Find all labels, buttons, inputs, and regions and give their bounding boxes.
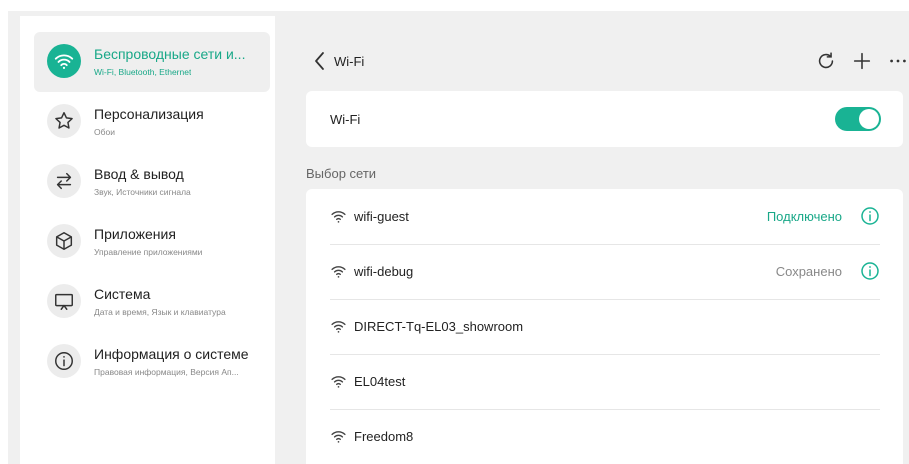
- sidebar-item-subtitle: Дата и время, Язык и клавиатура: [94, 307, 226, 317]
- wifi-toggle-label: Wi-Fi: [330, 112, 361, 127]
- info-icon[interactable]: [860, 206, 880, 226]
- wifi-signal-icon: [331, 321, 346, 333]
- monitor-icon: [47, 284, 81, 318]
- sidebar-item-title: Персонализация: [94, 106, 204, 122]
- sidebar-item-subtitle: Управление приложениями: [94, 247, 203, 257]
- network-row[interactable]: wifi-guest Подключено: [330, 189, 880, 245]
- page-header: Wi-Fi: [288, 44, 909, 78]
- sidebar-item-subtitle: Правовая информация, Версия Ап...: [94, 367, 239, 377]
- star-icon: [47, 104, 81, 138]
- more-icon[interactable]: [887, 50, 909, 72]
- sidebar-item-subtitle: Wi-Fi, Bluetooth, Ethernet: [94, 67, 192, 77]
- swap-arrows-icon: [47, 164, 81, 198]
- network-row[interactable]: wifi-debug Сохранено: [330, 244, 880, 300]
- main-panel: Wi-Fi Wi-Fi Выбор сети wifi-guest Подклю…: [288, 11, 909, 464]
- network-name: Freedom8: [354, 429, 414, 444]
- sidebar-item-subtitle: Обои: [94, 127, 115, 137]
- wifi-icon: [47, 44, 81, 78]
- info-icon: [47, 344, 81, 378]
- sidebar-item-apps[interactable]: Приложения Управление приложениями: [34, 212, 270, 272]
- wifi-signal-icon: [331, 211, 346, 223]
- page-title: Wi-Fi: [334, 54, 365, 69]
- info-icon[interactable]: [860, 261, 880, 281]
- sidebar-item-title: Ввод & вывод: [94, 166, 184, 182]
- network-name: DIRECT-Tq-EL03_showroom: [354, 319, 524, 334]
- sidebar-item-wireless[interactable]: Беспроводные сети и... Wi-Fi, Bluetooth,…: [34, 32, 270, 92]
- sidebar-item-input-output[interactable]: Ввод & вывод Звук, Источники сигнала: [34, 152, 270, 212]
- network-name: wifi-guest: [354, 209, 409, 224]
- network-name: wifi-debug: [354, 264, 414, 279]
- network-row[interactable]: DIRECT-Tq-EL03_showroom: [330, 299, 880, 355]
- settings-window: Беспроводные сети и... Wi-Fi, Bluetooth,…: [8, 11, 909, 464]
- wifi-signal-icon: [331, 431, 346, 443]
- sidebar-item-personalization[interactable]: Персонализация Обои: [34, 92, 270, 152]
- network-row[interactable]: Freedom8: [330, 409, 880, 464]
- sidebar-item-about[interactable]: Информация о системе Правовая информация…: [34, 332, 270, 392]
- sidebar: Беспроводные сети и... Wi-Fi, Bluetooth,…: [20, 16, 275, 464]
- network-status: Сохранено: [775, 264, 842, 279]
- sidebar-item-subtitle: Звук, Источники сигнала: [94, 187, 191, 197]
- refresh-icon[interactable]: [815, 50, 837, 72]
- network-name: EL04test: [354, 374, 406, 389]
- toggle-knob: [859, 109, 879, 129]
- sidebar-item-system[interactable]: Система Дата и время, Язык и клавиатура: [34, 272, 270, 332]
- network-row[interactable]: EL04test: [330, 354, 880, 410]
- sidebar-item-title: Беспроводные сети и...: [94, 46, 246, 62]
- network-status: Подключено: [766, 209, 842, 224]
- wifi-signal-icon: [331, 376, 346, 388]
- sidebar-item-title: Приложения: [94, 226, 176, 242]
- wifi-toggle-card: Wi-Fi: [306, 91, 903, 147]
- wifi-toggle-switch[interactable]: [835, 107, 881, 131]
- wifi-signal-icon: [331, 266, 346, 278]
- back-chevron-icon[interactable]: [312, 50, 328, 72]
- add-icon[interactable]: [851, 50, 873, 72]
- sidebar-item-title: Информация о системе: [94, 346, 249, 362]
- cube-icon: [47, 224, 81, 258]
- sidebar-item-title: Система: [94, 286, 151, 302]
- section-title: Выбор сети: [306, 166, 377, 181]
- network-list: wifi-guest Подключено wifi-debug Сохране…: [306, 189, 903, 464]
